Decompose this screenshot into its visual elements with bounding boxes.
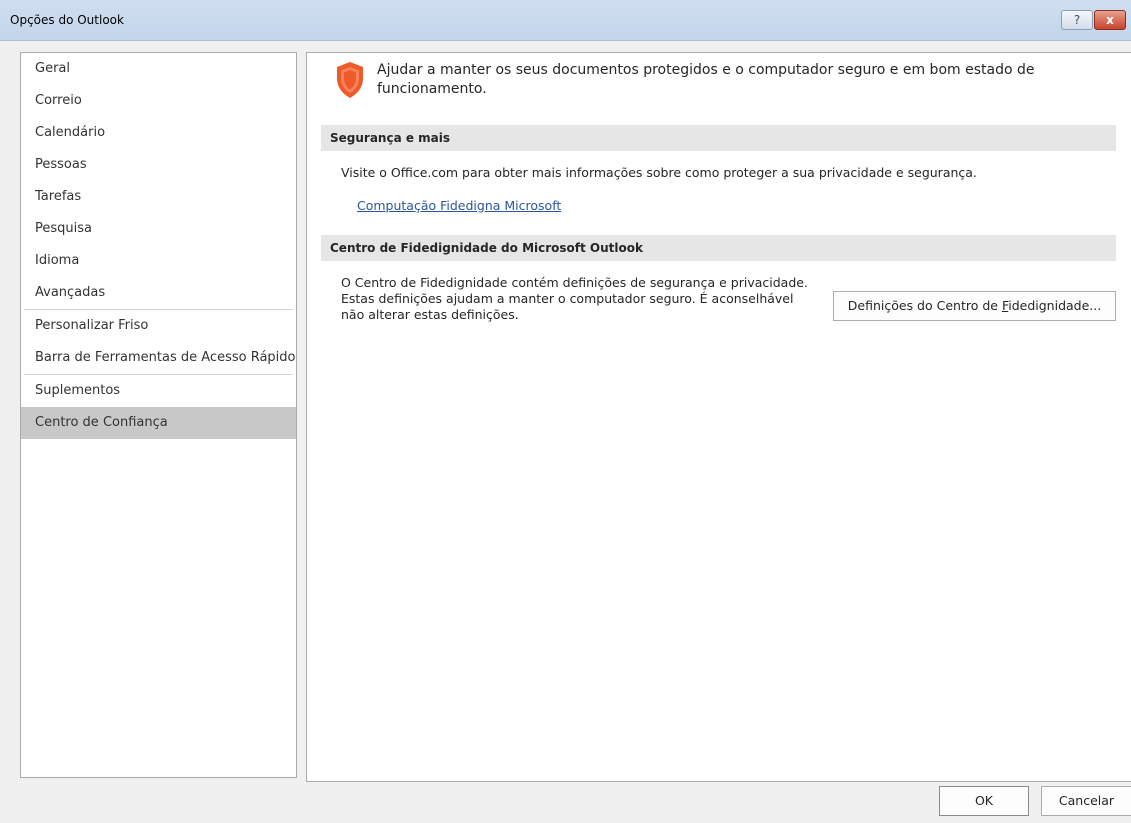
- sidebar-item-correio[interactable]: Correio: [21, 85, 296, 117]
- sidebar-item-centro-de-confianca[interactable]: Centro de Confiança: [21, 407, 296, 439]
- sidebar-item-geral[interactable]: Geral: [21, 53, 296, 85]
- section-header-seguranca: Segurança e mais: [321, 125, 1116, 151]
- trust-center-settings-button[interactable]: Definições do Centro de Fidedignidade...: [833, 291, 1116, 321]
- section-header-centro-fidedignidade: Centro de Fidedignidade do Microsoft Out…: [321, 235, 1116, 261]
- sidebar-item-acesso-rapido[interactable]: Barra de Ferramentas de Acesso Rápido: [21, 342, 296, 374]
- window-title: Opções do Outlook: [10, 13, 124, 27]
- cancel-button[interactable]: Cancelar: [1041, 786, 1131, 816]
- sidebar-item-personalizar-friso[interactable]: Personalizar Friso: [21, 310, 296, 342]
- sidebar-item-pessoas[interactable]: Pessoas: [21, 149, 296, 181]
- section-description-centro-fidedignidade: O Centro de Fidedignidade contém definiç…: [341, 275, 808, 322]
- intro-text: Ajudar a manter os seus documentos prote…: [377, 62, 1035, 97]
- sidebar-item-avancadas[interactable]: Avançadas: [21, 277, 296, 309]
- section-description-seguranca: Visite o Office.com para obter mais info…: [341, 165, 977, 180]
- sidebar-item-idioma[interactable]: Idioma: [21, 245, 296, 277]
- button-label-suffix: idedignidade...: [1008, 298, 1102, 313]
- options-sidebar: Geral Correio Calendário Pessoas Tarefas…: [20, 52, 297, 778]
- sidebar-item-pesquisa[interactable]: Pesquisa: [21, 213, 296, 245]
- trust-center-panel: Ajudar a manter os seus documentos prote…: [306, 52, 1131, 782]
- button-label-prefix: Definições do Centro de: [847, 298, 1002, 313]
- close-button[interactable]: x: [1094, 10, 1126, 30]
- title-bar[interactable]: Opções do Outlook ? x: [0, 0, 1131, 41]
- shield-icon: [337, 62, 363, 98]
- ok-button[interactable]: OK: [939, 786, 1029, 816]
- sidebar-item-calendario[interactable]: Calendário: [21, 117, 296, 149]
- help-button[interactable]: ?: [1061, 10, 1093, 30]
- sidebar-item-suplementos[interactable]: Suplementos: [21, 375, 296, 407]
- sidebar-item-tarefas[interactable]: Tarefas: [21, 181, 296, 213]
- trustworthy-computing-link[interactable]: Computação Fidedigna Microsoft: [357, 198, 561, 213]
